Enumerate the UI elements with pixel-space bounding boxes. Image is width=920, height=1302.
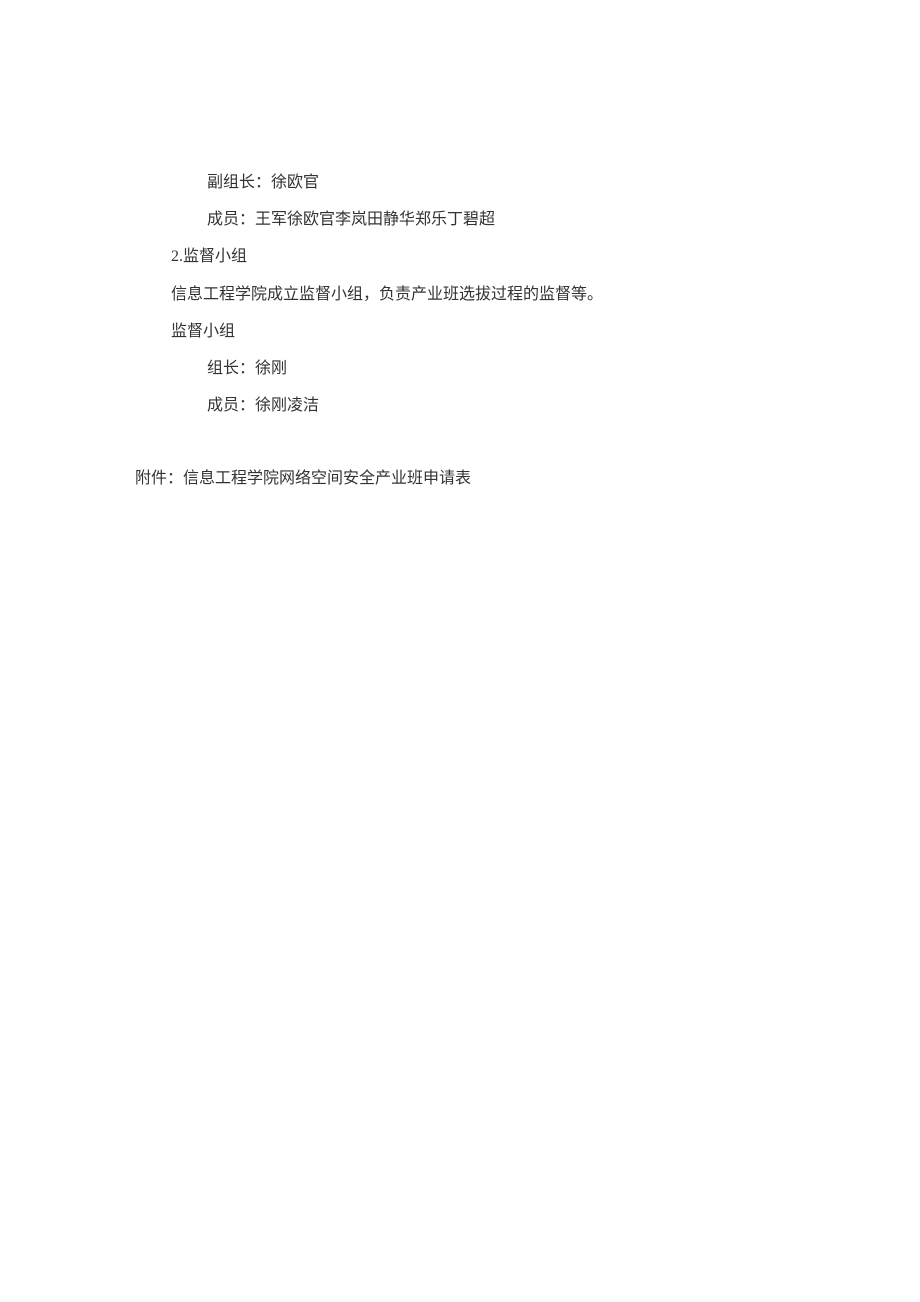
- members-line-2: 成员：徐刚凌洁: [135, 388, 785, 423]
- supervision-group-heading: 2.监督小组: [135, 239, 785, 274]
- supervision-group-heading-text: 2.监督小组: [171, 248, 247, 265]
- members-text-2: 成员：徐刚凌洁: [207, 397, 319, 414]
- supervision-group-description-text: 信息工程学院成立监督小组，负责产业班选拔过程的监督等。: [171, 286, 603, 303]
- supervision-group-label-text: 监督小组: [171, 323, 235, 340]
- attachment-text: 附件：信息工程学院网络空间安全产业班申请表: [135, 470, 471, 487]
- spacer: [135, 425, 785, 461]
- supervision-group-description: 信息工程学院成立监督小组，负责产业班选拔过程的监督等。: [135, 277, 785, 312]
- members-text-1: 成员：王军徐欧官李岚田静华郑乐丁碧超: [207, 211, 495, 228]
- deputy-leader-line: 副组长：徐欧官: [135, 165, 785, 200]
- deputy-leader-text: 副组长：徐欧官: [207, 174, 319, 191]
- leader-text: 组长：徐刚: [207, 360, 287, 377]
- supervision-group-label: 监督小组: [135, 314, 785, 349]
- members-line-1: 成员：王军徐欧官李岚田静华郑乐丁碧超: [135, 202, 785, 237]
- attachment-line: 附件：信息工程学院网络空间安全产业班申请表: [135, 461, 785, 496]
- leader-line: 组长：徐刚: [135, 351, 785, 386]
